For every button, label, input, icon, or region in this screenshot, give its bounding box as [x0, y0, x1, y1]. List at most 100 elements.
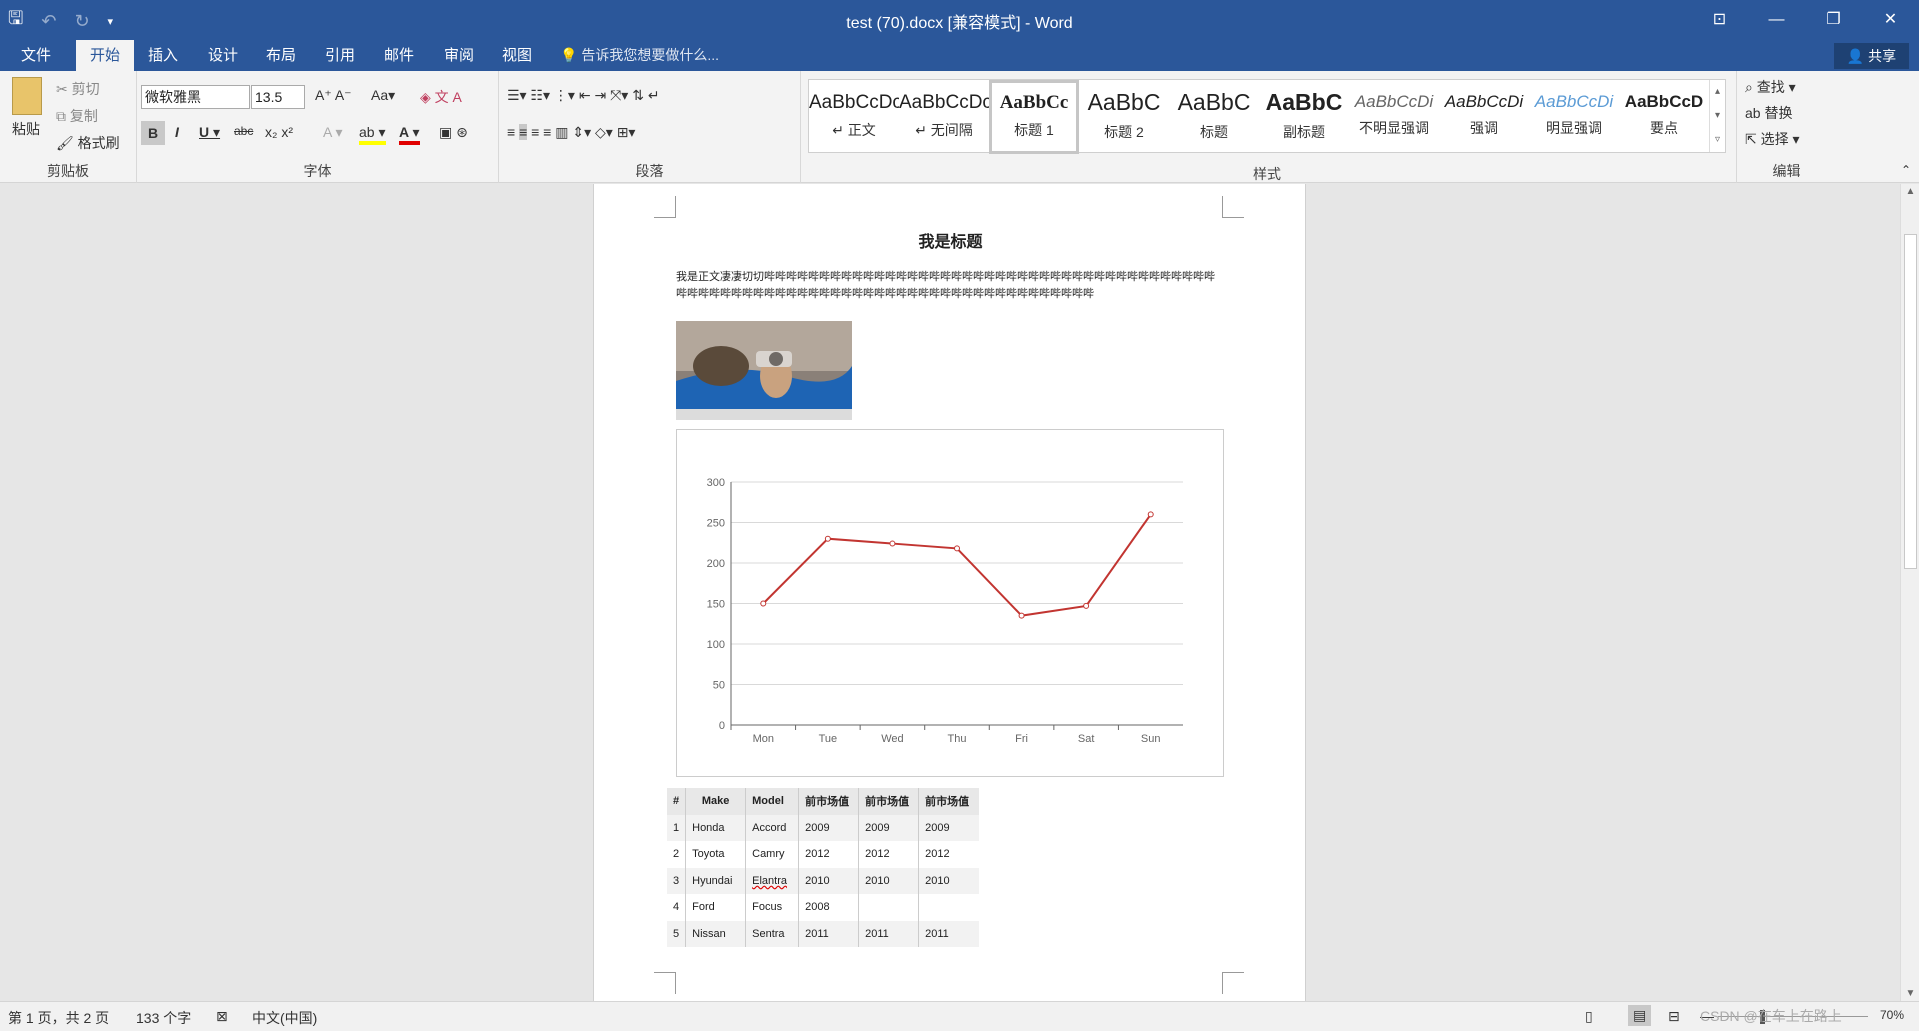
editing-group-label: 编辑: [1772, 163, 1801, 179]
cut-label: 剪切: [71, 81, 100, 97]
style-name: 标题: [1200, 124, 1228, 140]
data-table[interactable]: # Make Model 前市场值 前市场值 前市场值 1 Honda Accord…: [667, 788, 979, 947]
tab-review[interactable]: 审阅: [430, 40, 488, 71]
style-intense-emphasis[interactable]: AaBbCcDi 明显强调: [1529, 80, 1619, 154]
grow-font-icon[interactable]: A⁺ A⁻: [315, 87, 352, 104]
share-button[interactable]: 👤 共享: [1834, 43, 1909, 69]
data-point: [760, 600, 767, 607]
restore-button[interactable]: ❐: [1805, 0, 1862, 40]
tell-me-box[interactable]: 💡 告诉我您想要做什么...: [560, 40, 719, 71]
tab-layout[interactable]: 布局: [252, 40, 310, 71]
copy-button[interactable]: ⧉ 复制: [56, 106, 98, 126]
crop-mark: [1222, 196, 1244, 218]
style-preview: AaBbC: [1265, 89, 1343, 115]
char-shading-icon[interactable]: ▣ ⊛: [439, 124, 468, 141]
window-title: test (70).docx [兼容模式] - Word: [846, 15, 1073, 32]
scroll-thumb[interactable]: [1904, 234, 1917, 569]
table-cell: 4: [673, 901, 680, 914]
style-no-spacing[interactable]: AaBbCcDc ↵ 无间隔: [899, 80, 989, 154]
table-row: 2 Toyota Camry 2012 2012 2012: [667, 841, 979, 868]
page-count[interactable]: 第 1 页，共 2 页: [8, 1008, 109, 1028]
style-title[interactable]: AaBbC 标题: [1169, 80, 1259, 154]
tab-file[interactable]: 文件: [0, 40, 72, 71]
x-tick-label: Thu: [948, 733, 967, 745]
bullets-icon[interactable]: ☰▾ ☷▾ ⋮▾ ⇤ ⇥ ⤧▾ ⇅ ↵: [507, 87, 660, 104]
gallery-scroll[interactable]: ▴ ▾ ▿: [1709, 80, 1725, 152]
tab-home[interactable]: 开始: [76, 40, 134, 71]
print-layout-icon[interactable]: ▤: [1628, 1005, 1652, 1026]
clipboard-icon[interactable]: [12, 77, 42, 115]
minimize-button[interactable]: —: [1748, 0, 1805, 40]
table-header-row: # Make Model 前市场值 前市场值 前市场值: [667, 788, 979, 815]
underline-icon[interactable]: U ▾: [199, 124, 220, 141]
align-center-icon[interactable]: ≡: [519, 124, 528, 140]
scroll-down-icon[interactable]: ▼: [1901, 988, 1919, 999]
zoom-level[interactable]: 70%: [1880, 1008, 1904, 1022]
proofing-icon[interactable]: ⊠: [216, 1008, 228, 1025]
format-painter-button[interactable]: 🖌 格式刷: [56, 133, 120, 153]
cut-button[interactable]: ✂ 剪切: [56, 79, 100, 99]
paste-button[interactable]: 粘贴: [12, 119, 40, 139]
style-normal[interactable]: AaBbCcDc ↵ 正文: [809, 80, 899, 154]
person-icon: 👤: [1846, 48, 1865, 64]
collapse-ribbon-icon[interactable]: ⌃: [1901, 163, 1911, 177]
lightbulb-icon: 💡: [560, 47, 578, 63]
text-effects-icon[interactable]: A ▾: [323, 124, 342, 141]
line-chart[interactable]: 0 50 100 150 200 250 300 Mon Tue Wed Thu Fri Sat Sun: [676, 429, 1224, 777]
tab-mailings[interactable]: 邮件: [370, 40, 428, 71]
inline-image[interactable]: [676, 321, 852, 420]
subscript-icon[interactable]: x₂ x²: [265, 124, 293, 140]
tab-design[interactable]: 设计: [194, 40, 252, 71]
document-title[interactable]: 我是标题: [594, 228, 1307, 252]
style-heading-2[interactable]: AaBbC 标题 2: [1079, 80, 1169, 154]
word-count[interactable]: 133 个字: [136, 1008, 191, 1028]
style-preview: AaBbCcDi: [1534, 92, 1614, 111]
table-cell: Sentra: [745, 920, 799, 947]
find-button[interactable]: ⌕ 查找 ▾: [1745, 77, 1796, 97]
replace-button[interactable]: ab 替换: [1745, 103, 1792, 123]
style-subtitle[interactable]: AaBbC 副标题: [1259, 80, 1349, 154]
select-button[interactable]: ⇱ 选择 ▾: [1745, 129, 1800, 149]
scroll-up-icon[interactable]: ▲: [1901, 186, 1919, 197]
font-group-label: 字体: [303, 163, 332, 179]
style-heading-1[interactable]: AaBbCc 标题 1: [989, 80, 1079, 154]
style-preview: AaBbCcDi: [1354, 92, 1434, 111]
web-layout-icon[interactable]: ⊟: [1668, 1008, 1680, 1025]
y-tick-label: 50: [713, 680, 725, 692]
body-paragraph[interactable]: 我是正文凄凄切切哔哔哔哔哔哔哔哔哔哔哔哔哔哔哔哔哔哔哔哔哔哔哔哔哔哔哔哔哔哔哔哔…: [676, 269, 1224, 303]
align-left-icon[interactable]: ≡ ≡ ≡ ≡ ▥ ⇕▾ ◇▾ ⊞▾: [507, 124, 635, 141]
document-page[interactable]: 我是标题 我是正文凄凄切切哔哔哔哔哔哔哔哔哔哔哔哔哔哔哔哔哔哔哔哔哔哔哔哔哔哔哔…: [593, 184, 1306, 1001]
clipboard-group: 粘贴 ✂ 剪切 ⧉ 复制 🖌 格式刷 剪贴板: [0, 71, 137, 183]
watermark: CSDN @在车上在路上: [1700, 1008, 1842, 1024]
paragraph-group-label: 段落: [635, 163, 664, 179]
vertical-scrollbar[interactable]: ▲ ▼: [1900, 184, 1919, 1001]
table-cell: 2: [673, 848, 680, 861]
style-subtle-emphasis[interactable]: AaBbCcDi 不明显强调: [1349, 80, 1439, 154]
strikethrough-icon[interactable]: abc: [234, 124, 253, 138]
style-emphasis[interactable]: AaBbCcDi 强调: [1439, 80, 1529, 154]
change-case-icon[interactable]: Aa▾: [371, 87, 395, 104]
style-strong[interactable]: AaBbCcD 要点: [1619, 80, 1709, 154]
ribbon-display-options-icon[interactable]: ⊡: [1691, 0, 1748, 40]
font-name-select[interactable]: 微软雅黑: [141, 85, 250, 109]
copy-icon: ⧉: [56, 108, 66, 124]
table-cell: Camry: [745, 841, 799, 868]
tab-view[interactable]: 视图: [488, 40, 546, 71]
italic-icon[interactable]: I: [175, 124, 179, 140]
crop-mark: [1222, 972, 1244, 994]
chart-svg: 0 50 100 150 200 250 300 Mon Tue Wed Thu Fri Sat Sun: [707, 477, 1183, 745]
font-size-select[interactable]: 13.5: [251, 85, 305, 109]
language-status[interactable]: 中文(中国): [252, 1008, 317, 1028]
table-cell: 1: [673, 821, 680, 834]
clear-formatting-icon[interactable]: ◈ 文 A: [420, 87, 462, 107]
read-mode-icon[interactable]: ▯: [1585, 1008, 1593, 1025]
highlight-icon[interactable]: ab ▾: [359, 124, 386, 145]
bold-icon[interactable]: B: [141, 121, 165, 145]
tab-references[interactable]: 引用: [311, 40, 369, 71]
title-bar: 🖫 ↶ ↻ ▾ test (70).docx [兼容模式] - Word ⊡ —…: [0, 0, 1919, 40]
close-button[interactable]: ✕: [1862, 0, 1919, 40]
tab-insert[interactable]: 插入: [134, 40, 192, 71]
table-cell: Honda: [685, 814, 746, 841]
series-line: [762, 513, 1152, 617]
font-color-icon[interactable]: A ▾: [399, 124, 420, 145]
